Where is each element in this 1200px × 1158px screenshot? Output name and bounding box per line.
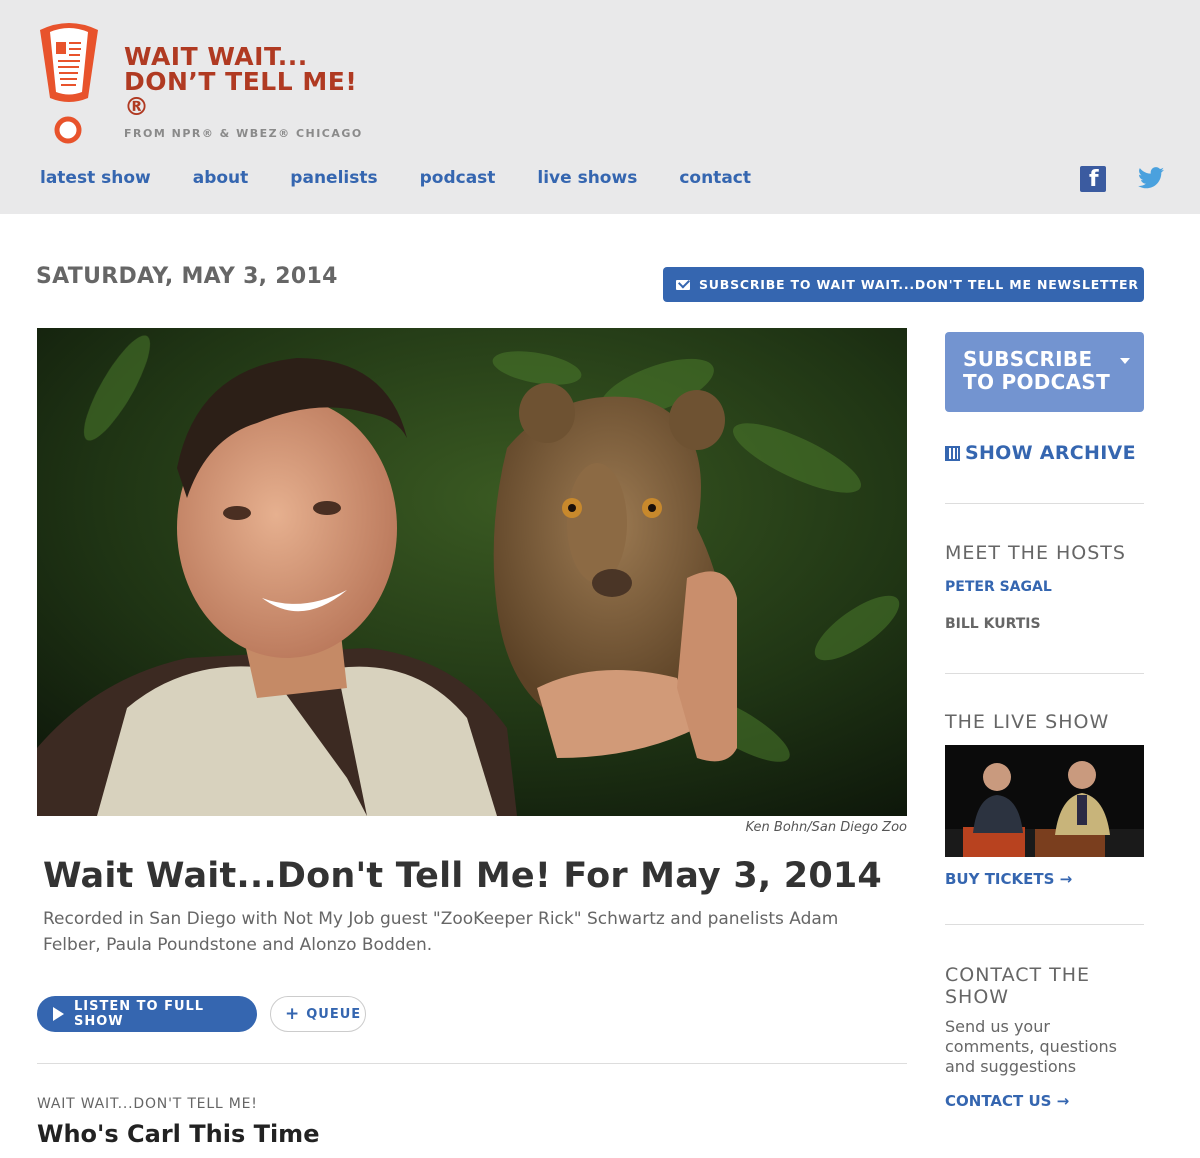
show-date: SATURDAY, MAY 3, 2014 bbox=[36, 264, 338, 289]
show-hero-photo[interactable] bbox=[37, 328, 907, 816]
play-icon bbox=[53, 1007, 64, 1021]
content-divider bbox=[37, 1063, 907, 1064]
newsletter-label: SUBSCRIBE TO WAIT WAIT...DON'T TELL ME N… bbox=[699, 277, 1139, 292]
live-show-heading: THE LIVE SHOW bbox=[945, 711, 1110, 733]
story-kicker[interactable]: WAIT WAIT...DON'T TELL ME! bbox=[37, 1096, 258, 1112]
site-header: WAIT WAIT... DON’T TELL ME!® FROM NPR® &… bbox=[0, 0, 1200, 214]
host-link-peter-sagal[interactable]: PETER SAGAL bbox=[945, 579, 1052, 595]
listen-label: LISTEN TO FULL SHOW bbox=[74, 999, 205, 1029]
host-link-bill-kurtis[interactable]: BILL KURTIS bbox=[945, 616, 1041, 632]
plus-icon: + bbox=[285, 1004, 301, 1024]
sidebar-divider bbox=[945, 503, 1144, 504]
facebook-glyph: f bbox=[1089, 167, 1099, 192]
nav-latest-show[interactable]: latest show bbox=[40, 168, 151, 188]
contact-heading: CONTACT THE SHOW bbox=[945, 964, 1091, 1008]
newspaper-exclamation-icon bbox=[40, 23, 98, 144]
subscribe-podcast-label: SUBSCRIBE TO PODCAST bbox=[963, 347, 1111, 394]
sidebar-divider bbox=[945, 924, 1144, 925]
queue-button[interactable]: + QUEUE bbox=[270, 996, 366, 1032]
live-show-stage-image bbox=[945, 745, 1144, 857]
show-description: Recorded in San Diego with Not My Job gu… bbox=[43, 909, 839, 955]
contact-us-link[interactable]: CONTACT US → bbox=[945, 1092, 1069, 1110]
twitter-icon[interactable] bbox=[1138, 166, 1164, 190]
meet-hosts-heading: MEET THE HOSTS bbox=[945, 542, 1126, 564]
nav-live-shows[interactable]: live shows bbox=[537, 168, 637, 188]
story-title[interactable]: Who's Carl This Time bbox=[37, 1120, 319, 1148]
buy-tickets-link[interactable]: BUY TICKETS → bbox=[945, 870, 1072, 888]
sidebar-divider bbox=[945, 673, 1144, 674]
newsletter-subscribe-button[interactable]: SUBSCRIBE TO WAIT WAIT...DON'T TELL ME N… bbox=[663, 267, 1144, 302]
chevron-down-icon bbox=[1120, 358, 1130, 364]
nav-panelists[interactable]: panelists bbox=[290, 168, 377, 188]
calendar-icon bbox=[945, 445, 960, 461]
contact-description: Send us your comments, questions and sug… bbox=[945, 1017, 1117, 1076]
photo-caption: Ken Bohn/San Diego Zoo bbox=[745, 820, 907, 835]
envelope-icon bbox=[676, 279, 690, 290]
listen-full-show-button[interactable]: LISTEN TO FULL SHOW bbox=[37, 996, 257, 1032]
facebook-icon[interactable]: f bbox=[1080, 166, 1106, 192]
zookeeper-with-fossa-image bbox=[37, 328, 907, 816]
nav-contact[interactable]: contact bbox=[679, 168, 751, 188]
show-archive-link[interactable]: SHOW ARCHIVE bbox=[945, 442, 1136, 464]
site-logo[interactable]: WAIT WAIT... DON’T TELL ME!® FROM NPR® &… bbox=[36, 18, 376, 146]
live-show-image[interactable] bbox=[945, 745, 1144, 857]
show-title: Wait Wait...Don't Tell Me! For May 3, 20… bbox=[43, 856, 882, 896]
nav-podcast[interactable]: podcast bbox=[420, 168, 496, 188]
logo-line-2: DON’T TELL ME!® bbox=[124, 67, 358, 121]
logo-line-3: FROM NPR® & WBEZ® CHICAGO bbox=[124, 127, 363, 140]
subscribe-podcast-button[interactable]: SUBSCRIBE TO PODCAST bbox=[945, 332, 1144, 412]
logo-wordmark: WAIT WAIT... DON’T TELL ME!® FROM NPR® &… bbox=[124, 44, 376, 140]
show-archive-label: SHOW ARCHIVE bbox=[965, 442, 1136, 464]
queue-label: QUEUE bbox=[306, 1006, 362, 1022]
nav-about[interactable]: about bbox=[193, 168, 249, 188]
main-nav: latest show about panelists podcast live… bbox=[40, 168, 793, 188]
logo-line-1: WAIT WAIT... bbox=[124, 42, 308, 71]
